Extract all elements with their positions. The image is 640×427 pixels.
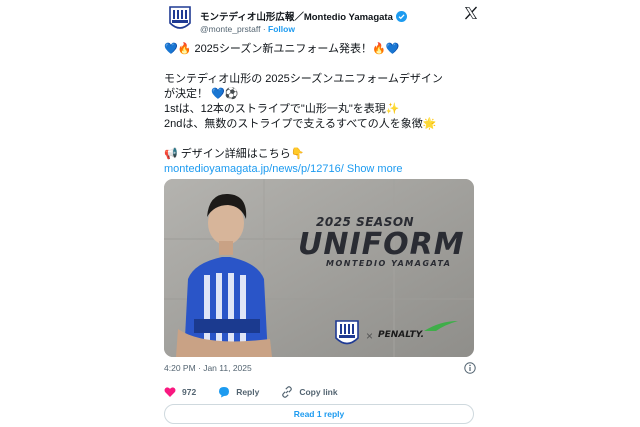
tweet-line: モンテディオ山形の 2025シーズンユニフォームデザイン xyxy=(164,73,443,85)
team-name-text: MONTEDIO YAMAGATA xyxy=(326,259,452,268)
verified-badge-icon xyxy=(395,10,407,22)
tweet-header: モンテディオ山形広報／Montedio Yamagata @monte_prst… xyxy=(168,5,478,39)
sponsor-wordmark: PENALTY. xyxy=(378,330,425,340)
tweet-line: 1stは、12本のストライプで"山形一丸"を表現✨ xyxy=(164,103,400,115)
handle-separator: · xyxy=(260,24,269,34)
tweet-timestamp[interactable]: 4:20 PM · Jan 11, 2025 xyxy=(164,363,252,373)
tweet-line: 📢 デザイン詳細はこちら👇 xyxy=(164,148,305,160)
heart-icon xyxy=(164,387,176,397)
collab-cross: × xyxy=(366,329,374,343)
uniform-heading: UNIFORM xyxy=(298,227,465,262)
reply-bubble-icon xyxy=(219,387,230,398)
link-icon xyxy=(282,386,293,398)
news-link[interactable]: montedioyamagata.jp/news/p/12716/ xyxy=(164,163,344,175)
team-crest-icon xyxy=(335,320,359,345)
copy-link-label: Copy link xyxy=(299,387,338,397)
author-handle-row: @monte_prstaff · Follow xyxy=(200,24,295,34)
author-name-row[interactable]: モンテディオ山形広報／Montedio Yamagata xyxy=(200,9,407,23)
reply-label: Reply xyxy=(236,387,260,397)
reply-button[interactable]: Reply xyxy=(218,386,259,398)
like-count: 972 xyxy=(182,387,197,397)
x-logo-icon[interactable] xyxy=(464,6,478,20)
tweet-line: 💙🔥 2025シーズン新ユニフォーム発表！🔥💙 xyxy=(164,43,400,55)
team-crest-avatar[interactable] xyxy=(168,5,192,33)
copy-link-button[interactable]: Copy link xyxy=(281,386,338,398)
tweet-line: が決定！ 💙⚽ xyxy=(164,88,239,100)
author-display-name[interactable]: モンテディオ山形広報／Montedio Yamagata xyxy=(200,9,393,23)
tweet-media-image[interactable]: 2025 SEASON UNIFORM MONTEDIO YAMAGATA × … xyxy=(164,179,474,357)
author-handle[interactable]: @monte_prstaff xyxy=(200,24,260,34)
read-replies-button[interactable]: Read 1 reply xyxy=(164,404,474,424)
info-icon[interactable] xyxy=(464,362,476,374)
penalty-swoosh-icon xyxy=(424,321,458,331)
tweet-text: 💙🔥 2025シーズン新ユニフォーム発表！🔥💙 モンテディオ山形の 2025シー… xyxy=(164,42,476,177)
tweet-card: モンテディオ山形広報／Montedio Yamagata @monte_prst… xyxy=(160,0,480,427)
follow-button[interactable]: Follow xyxy=(268,24,295,34)
like-button[interactable]: 972 xyxy=(164,386,196,398)
tweet-line: 2ndは、無数のストライプで支えるすべての人を象徴🌟 xyxy=(164,118,437,130)
tweet-actions: 972 Reply Copy link xyxy=(164,386,360,398)
tweet-link-row: montedioyamagata.jp/news/p/12716/ Show m… xyxy=(164,162,476,177)
show-more-link[interactable]: Show more xyxy=(347,163,403,175)
